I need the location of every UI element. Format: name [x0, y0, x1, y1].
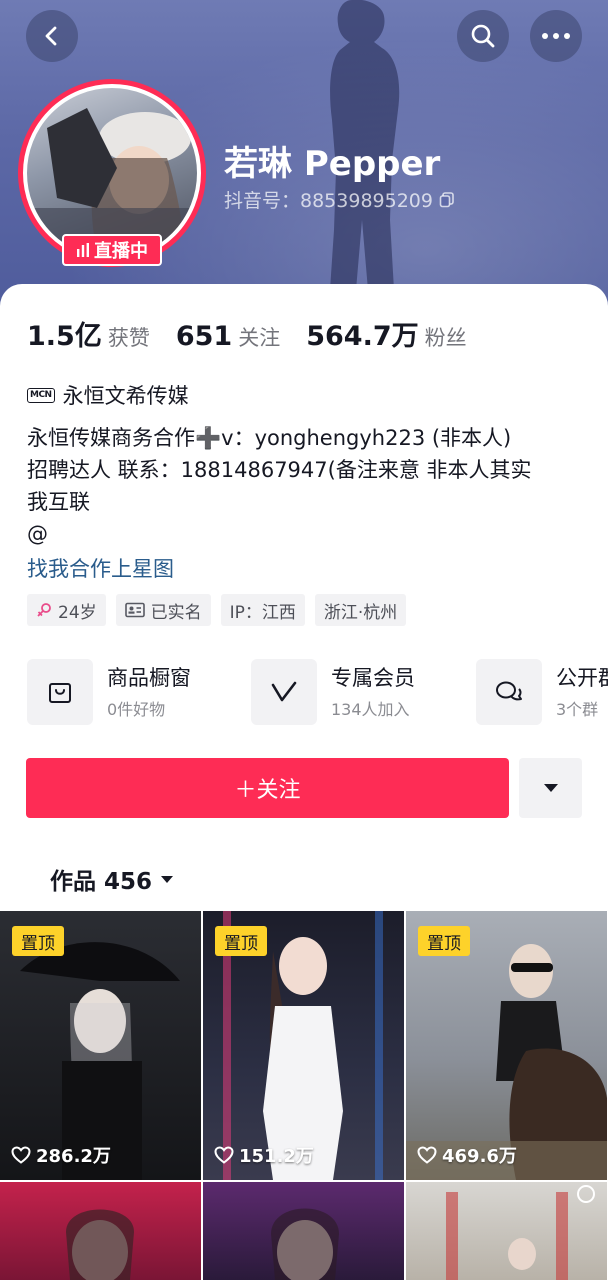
- live-bars-icon: [77, 243, 89, 257]
- tab-works[interactable]: 作品 456: [50, 862, 174, 896]
- service-title: 商品橱窗: [107, 666, 191, 690]
- profile-header-background: 直播中 若琳 Pepper 抖音号：88539895209: [0, 0, 608, 310]
- following-count[interactable]: 651: [176, 321, 232, 352]
- video-likes: 286.2万: [11, 1142, 111, 1168]
- pinned-badge: 置顶: [12, 926, 64, 956]
- live-badge[interactable]: 直播中: [62, 234, 162, 266]
- mcn-row[interactable]: MCN 永恒文希传媒: [27, 380, 189, 410]
- city-text: 浙江·杭州: [323, 602, 398, 623]
- ip-location-tag: IP：江西: [220, 594, 305, 626]
- service-subtitle: 0件好物: [107, 700, 166, 719]
- mcn-name: 永恒文希传媒: [62, 384, 189, 408]
- mcn-tag-icon: MCN: [27, 387, 55, 403]
- bio-text: 永恒传媒商务合作➕v：yonghengyh223 (非本人) 招聘达人 联系：1…: [27, 422, 587, 550]
- likes-count: 1.5亿: [27, 321, 102, 352]
- service-subtitle: 3个群: [556, 700, 599, 719]
- video-cover-image: [66, 1209, 134, 1280]
- video-cover-image: [271, 1208, 339, 1280]
- pinned-badge: 置顶: [418, 926, 470, 956]
- service-title: 专属会员: [331, 666, 415, 690]
- age-tag: 24岁: [27, 594, 106, 626]
- douyin-id-row[interactable]: 抖音号：88539895209: [224, 186, 455, 213]
- video-likes: 469.6万: [417, 1142, 517, 1168]
- video-thumbnail[interactable]: 置顶 469.6万: [406, 911, 607, 1180]
- likes-count-text: 469.6万: [442, 1146, 517, 1167]
- ip-location-text: IP：江西: [229, 602, 296, 623]
- bio-line: 招聘达人 联系：18814867947(备注来意 非本人其实: [27, 458, 532, 482]
- search-icon: [471, 24, 495, 48]
- video-thumbnail[interactable]: [203, 1182, 404, 1280]
- group-chat-icon: [476, 659, 542, 725]
- likes-label: 获赞: [107, 326, 150, 350]
- bio-line: 我互联: [27, 490, 90, 514]
- heart-outline-icon: [417, 1146, 437, 1164]
- profile-nickname: 若琳 Pepper: [224, 144, 441, 184]
- heart-outline-icon: [11, 1146, 31, 1164]
- video-thumbnail[interactable]: [0, 1182, 201, 1280]
- verified-text: 已实名: [150, 602, 202, 623]
- service-entries: 商品橱窗 0件好物 专属会员 134人加入 公开 3个群: [27, 659, 608, 727]
- caret-down-icon: [161, 875, 174, 883]
- profile-stats: 1.5亿 获赞 651 关注 564.7万 粉丝: [27, 314, 493, 353]
- star-map-link[interactable]: 找我合作上星图: [27, 553, 174, 583]
- caret-down-icon: [543, 784, 558, 792]
- profile-info-sheet: 1.5亿 获赞 651 关注 564.7万 粉丝 MCN 永恒文希传媒 永恒传媒…: [0, 284, 608, 1280]
- followers-count[interactable]: 564.7万: [306, 314, 418, 353]
- video-cover-image: [446, 1185, 595, 1280]
- likes-count-text: 286.2万: [36, 1146, 111, 1167]
- bio-line: 永恒传媒商务合作➕v：yonghengyh223 (非本人): [27, 426, 512, 450]
- city-tag: 浙江·杭州: [314, 594, 407, 626]
- works-tab-label: 作品 456: [50, 869, 153, 895]
- video-grid: 置顶 286.2万 置顶 151.2万 置顶 469.6万: [0, 911, 608, 1280]
- service-title: 公开群: [556, 666, 608, 690]
- id-card-icon: [124, 602, 145, 618]
- copy-icon[interactable]: [439, 191, 455, 208]
- back-button[interactable]: [26, 10, 78, 62]
- pinned-badge: 置顶: [215, 926, 267, 956]
- more-dots-icon: [542, 33, 570, 39]
- profile-tags: 24岁 已实名 IP：江西 浙江·杭州: [27, 594, 407, 626]
- video-thumbnail[interactable]: [406, 1182, 607, 1280]
- video-likes: 151.2万: [214, 1142, 314, 1168]
- followers-label[interactable]: 粉丝: [425, 322, 467, 352]
- vip-v-icon: [251, 659, 317, 725]
- douyin-id-text: 抖音号：88539895209: [224, 190, 433, 212]
- follow-button[interactable]: ＋关注: [26, 758, 509, 818]
- female-icon: [37, 603, 51, 617]
- more-actions-dropdown[interactable]: [519, 758, 582, 818]
- exclusive-membership-entry[interactable]: 专属会员 134人加入: [251, 659, 415, 725]
- heart-outline-icon: [214, 1146, 234, 1164]
- age-text: 24岁: [58, 602, 97, 623]
- public-group-entry[interactable]: 公开群 3个群: [476, 659, 608, 725]
- following-label[interactable]: 关注: [238, 322, 280, 352]
- product-showcase-entry[interactable]: 商品橱窗 0件好物: [27, 659, 191, 725]
- service-subtitle: 134人加入: [331, 700, 410, 719]
- likes-count-text: 151.2万: [239, 1146, 314, 1167]
- live-badge-label: 直播中: [94, 241, 148, 262]
- avatar-portrait-image: [27, 108, 197, 258]
- chevron-left-icon: [45, 26, 57, 46]
- video-thumbnail[interactable]: 置顶 286.2万: [0, 911, 201, 1180]
- verified-tag: 已实名: [115, 594, 211, 626]
- video-thumbnail[interactable]: 置顶 151.2万: [203, 911, 404, 1180]
- bio-line: @: [27, 522, 48, 546]
- search-button[interactable]: [457, 10, 509, 62]
- shopping-bag-icon: [27, 659, 93, 725]
- more-options-button[interactable]: [530, 10, 582, 62]
